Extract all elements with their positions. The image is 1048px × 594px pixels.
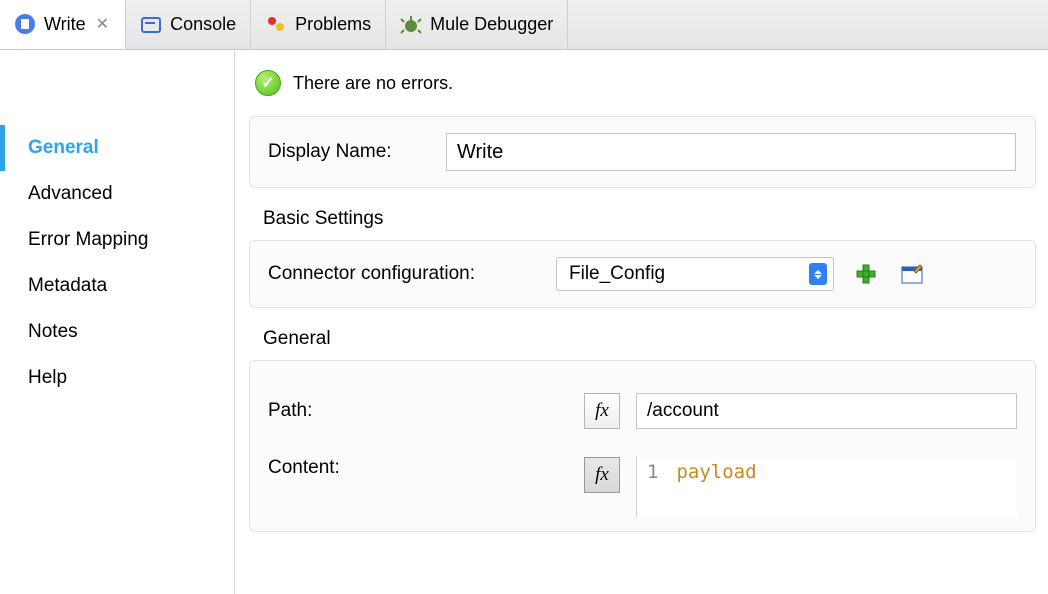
tab-problems[interactable]: Problems bbox=[251, 0, 386, 49]
content-code-editor[interactable]: 1 payload bbox=[636, 457, 1017, 517]
content: ✓ There are no errors. Display Name: Bas… bbox=[235, 50, 1048, 594]
sidebar-item-general[interactable]: General bbox=[0, 125, 234, 171]
sidebar-item-metadata[interactable]: Metadata bbox=[0, 263, 234, 309]
edit-config-button[interactable] bbox=[898, 260, 926, 288]
tab-mule-debugger[interactable]: Mule Debugger bbox=[386, 0, 568, 49]
sidebar-item-label: Error Mapping bbox=[28, 229, 148, 250]
status-row: ✓ There are no errors. bbox=[249, 70, 1036, 96]
sidebar-item-label: Notes bbox=[28, 321, 78, 342]
sidebar-item-error-mapping[interactable]: Error Mapping bbox=[0, 217, 234, 263]
code-text: payload bbox=[676, 461, 756, 483]
sidebar-item-notes[interactable]: Notes bbox=[0, 309, 234, 355]
success-icon: ✓ bbox=[255, 70, 281, 96]
tab-label: Mule Debugger bbox=[430, 14, 553, 35]
tab-bar: Write ✕ Console Problems Mule Debugger bbox=[0, 0, 1048, 50]
connector-config-select[interactable]: File_Config bbox=[556, 257, 834, 291]
sidebar-item-label: Metadata bbox=[28, 275, 107, 296]
content-label: Content: bbox=[268, 457, 568, 479]
sidebar-item-label: General bbox=[28, 137, 99, 158]
path-input[interactable] bbox=[636, 393, 1017, 429]
path-label: Path: bbox=[268, 400, 568, 422]
sidebar-item-help[interactable]: Help bbox=[0, 355, 234, 401]
display-name-panel: Display Name: bbox=[249, 116, 1036, 188]
sidebar-item-label: Help bbox=[28, 367, 67, 388]
problems-icon bbox=[265, 14, 287, 36]
sidebar-item-label: Advanced bbox=[28, 183, 113, 204]
sidebar: General Advanced Error Mapping Metadata … bbox=[0, 50, 235, 594]
tab-label: Write bbox=[44, 14, 86, 35]
status-message: There are no errors. bbox=[293, 73, 453, 94]
tab-write[interactable]: Write ✕ bbox=[0, 0, 126, 49]
content-fx-button[interactable]: fx bbox=[584, 457, 620, 493]
close-icon[interactable]: ✕ bbox=[94, 14, 111, 34]
add-config-button[interactable] bbox=[852, 260, 880, 288]
code-line-number: 1 bbox=[647, 461, 658, 483]
path-fx-button[interactable]: fx bbox=[584, 393, 620, 429]
general-title: General bbox=[263, 328, 1036, 350]
connector-config-value: File_Config bbox=[569, 263, 665, 285]
display-name-label: Display Name: bbox=[268, 141, 428, 163]
basic-settings-title: Basic Settings bbox=[263, 208, 1036, 230]
tab-label: Problems bbox=[295, 14, 371, 35]
basic-settings-panel: Connector configuration: File_Config bbox=[249, 240, 1036, 308]
tab-console[interactable]: Console bbox=[126, 0, 251, 49]
debugger-icon bbox=[400, 14, 422, 36]
console-icon bbox=[140, 14, 162, 36]
chevron-updown-icon bbox=[809, 263, 827, 285]
general-panel: Path: fx Content: fx 1 payload bbox=[249, 360, 1036, 532]
sidebar-item-advanced[interactable]: Advanced bbox=[0, 171, 234, 217]
main-area: General Advanced Error Mapping Metadata … bbox=[0, 50, 1048, 594]
connector-config-label: Connector configuration: bbox=[268, 263, 538, 285]
tab-label: Console bbox=[170, 14, 236, 35]
write-icon bbox=[14, 13, 36, 35]
display-name-input[interactable] bbox=[446, 133, 1016, 171]
